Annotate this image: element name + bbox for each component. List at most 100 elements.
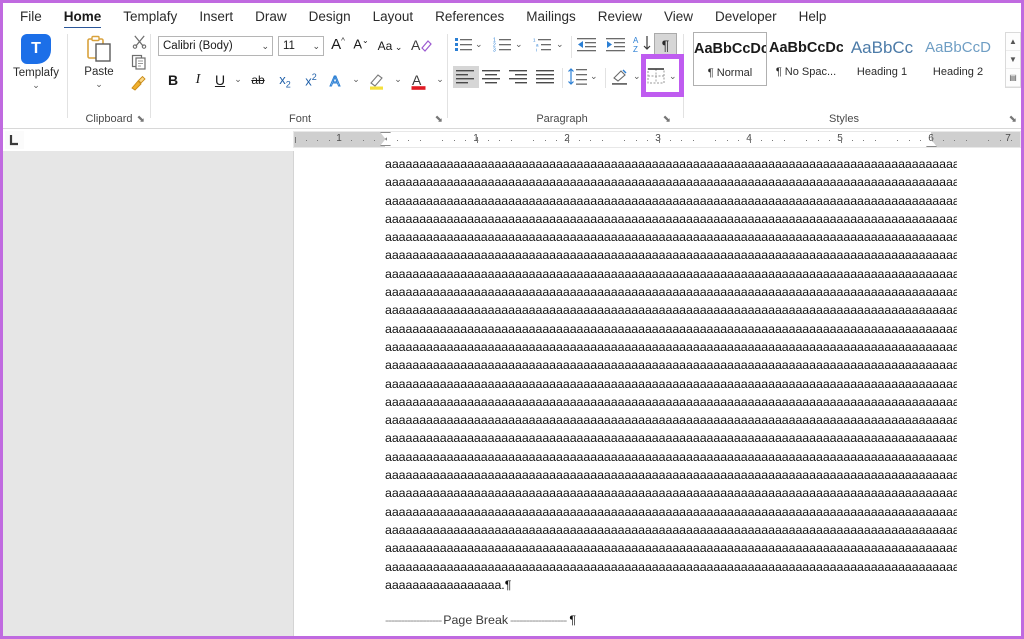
sort-icon[interactable]: A Z: [633, 35, 653, 53]
ruler-tick: [715, 140, 716, 141]
clear-formatting-icon[interactable]: A: [411, 36, 437, 54]
font-dialog-launcher[interactable]: ⬊: [435, 114, 443, 125]
tab-draw[interactable]: Draw: [244, 6, 298, 26]
borders-icon[interactable]: [647, 68, 666, 86]
align-right-icon[interactable]: [509, 69, 529, 85]
tab-developer[interactable]: Developer: [704, 6, 788, 26]
chevron-down-icon[interactable]: ⌄: [633, 71, 641, 82]
svg-text:A: A: [412, 72, 422, 88]
document-line: aaaaaaaaaaaaaaaaaaaaaaaaaaaaaaaaaaaaaaaa…: [385, 522, 957, 537]
pilcrow-glyph: ¶: [661, 36, 670, 53]
chevron-down-icon[interactable]: ⌄: [556, 39, 564, 50]
italic-icon[interactable]: I: [189, 72, 207, 88]
templafy-button[interactable]: Templafy ⌄: [7, 32, 65, 91]
pilcrow-mark: ¶: [569, 613, 576, 627]
chevron-down-icon[interactable]: ⌄: [590, 71, 598, 82]
ruler-tick: [499, 140, 500, 141]
styles-scrollbar[interactable]: ▲ ▼ ▤: [1005, 32, 1021, 88]
chevron-down-icon[interactable]: ⌄: [515, 39, 523, 50]
numbering-icon[interactable]: 1 2 3: [493, 37, 512, 53]
chevron-down-icon[interactable]: ⌄: [475, 39, 483, 50]
style-tile-heading-1[interactable]: AaBbCc Heading 1: [845, 32, 919, 86]
align-left-icon[interactable]: [453, 66, 479, 88]
tab-mailings[interactable]: Mailings: [515, 6, 587, 26]
style-tile-normal[interactable]: AaBbCcDc ¶ Normal: [693, 32, 767, 86]
increase-indent-icon[interactable]: [606, 37, 626, 53]
style-tile-heading-2[interactable]: AaBbCcD Heading 2: [921, 32, 995, 86]
document-page[interactable]: aaaaaaaaaaaaaaaaaaaaaaaaaaaaaaaaaaaaaaaa…: [293, 151, 1021, 636]
ruler-tick: [590, 140, 591, 141]
text-effects-icon[interactable]: A: [329, 72, 349, 90]
ruler-tick: [670, 140, 671, 141]
tab-file[interactable]: File: [9, 6, 53, 26]
ruler-tick: [454, 140, 455, 141]
style-preview: AaBbCcD: [925, 39, 991, 56]
tab-help[interactable]: Help: [788, 6, 838, 26]
strikethrough-icon[interactable]: ab: [247, 73, 269, 87]
bold-label: B: [167, 72, 179, 88]
tab-references[interactable]: References: [424, 6, 515, 26]
styles-dialog-launcher[interactable]: ⬊: [1009, 114, 1017, 125]
grow-font-icon[interactable]: A^: [328, 36, 348, 53]
style-tile-no-spacing[interactable]: AaBbCcDc ¶ No Spac...: [769, 32, 843, 86]
tab-layout[interactable]: Layout: [362, 6, 425, 26]
chevron-down-icon[interactable]: ⌄: [433, 74, 447, 85]
group-divider: [67, 34, 68, 118]
clipboard-dialog-launcher[interactable]: ⬊: [137, 114, 145, 125]
tab-design[interactable]: Design: [298, 6, 362, 26]
chevron-down-icon[interactable]: ⌄: [231, 74, 245, 85]
subscript-icon[interactable]: x2: [275, 72, 295, 90]
shrink-font-icon[interactable]: A⌄: [351, 36, 371, 51]
tab-insert[interactable]: Insert: [188, 6, 244, 26]
tab-label: View: [664, 8, 694, 24]
tab-review[interactable]: Review: [587, 6, 653, 26]
group-divider: [447, 34, 448, 118]
cut-scissors-icon[interactable]: [132, 34, 147, 49]
font-name-combobox[interactable]: Calibri (Body) ⌄: [158, 36, 273, 56]
ruler-number: 1: [336, 133, 342, 144]
decrease-indent-icon[interactable]: [577, 37, 597, 53]
font-size-combobox[interactable]: 11 ⌄: [278, 36, 324, 56]
justify-icon[interactable]: [536, 69, 556, 85]
ruler-tick: [988, 140, 989, 141]
chevron-down-icon[interactable]: ⌄: [312, 41, 320, 52]
superscript-icon[interactable]: x2: [301, 72, 321, 88]
chevron-down-icon[interactable]: ⌄: [391, 74, 405, 85]
horizontal-ruler[interactable]: 1 1 2 3 4 5 6 7: [293, 131, 1021, 148]
show-paragraph-marks-icon[interactable]: ¶: [654, 33, 677, 56]
align-center-icon[interactable]: [482, 69, 502, 85]
ruler-tick: [806, 140, 807, 141]
chevron-down-icon[interactable]: ⌄: [261, 41, 269, 52]
copy-icon[interactable]: [131, 54, 147, 70]
tab-templafy[interactable]: Templafy: [112, 6, 188, 26]
bullets-icon[interactable]: [455, 37, 473, 53]
chevron-down-icon[interactable]: ⌄: [77, 79, 121, 90]
chevron-down-icon[interactable]: ⌄: [7, 80, 65, 91]
styles-more-button[interactable]: ▤: [1006, 69, 1020, 87]
ruler-tick: [681, 140, 682, 141]
change-case-icon[interactable]: Aa ⌄: [375, 38, 405, 53]
left-indent-marker[interactable]: [380, 147, 391, 148]
font-color-icon[interactable]: A: [409, 71, 431, 91]
group-divider: [562, 68, 563, 88]
underline-icon[interactable]: U: [211, 72, 229, 88]
chevron-down-icon[interactable]: ⌄: [349, 74, 363, 85]
styles-scroll-up-button[interactable]: ▲: [1006, 33, 1020, 51]
paste-button[interactable]: Paste ⌄: [77, 34, 121, 90]
group-divider: [605, 68, 606, 88]
ruler-tick: [636, 140, 637, 141]
document-body-text[interactable]: aaaaaaaaaaaaaaaaaaaaaaaaaaaaaaaaaaaaaaaa…: [385, 155, 957, 594]
shading-icon[interactable]: [610, 68, 630, 86]
tab-view[interactable]: View: [653, 6, 704, 26]
bold-icon[interactable]: B: [164, 72, 182, 88]
left-tab-stop-icon[interactable]: [5, 131, 24, 149]
chevron-down-icon[interactable]: ⌄: [669, 71, 677, 82]
line-spacing-icon[interactable]: [567, 68, 588, 86]
text-highlight-color-icon[interactable]: [367, 71, 389, 91]
styles-scroll-down-button[interactable]: ▼: [1006, 51, 1020, 69]
tab-home[interactable]: Home: [53, 6, 113, 30]
group-divider: [683, 34, 684, 118]
paragraph-dialog-launcher[interactable]: ⬊: [663, 114, 671, 125]
format-painter-icon[interactable]: [130, 75, 147, 91]
multilevel-list-icon[interactable]: 1 a i: [533, 37, 552, 53]
